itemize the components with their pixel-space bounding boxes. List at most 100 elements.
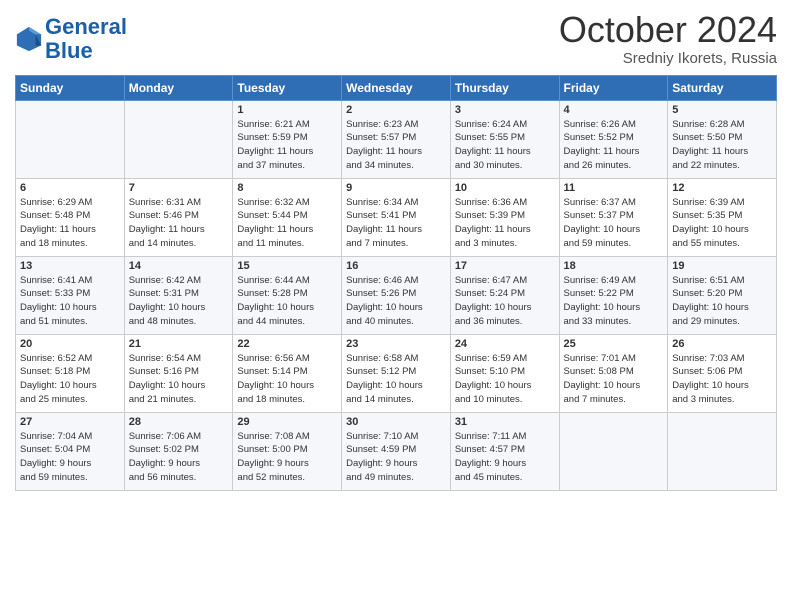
calendar-cell: 13Sunrise: 6:41 AM Sunset: 5:33 PM Dayli…: [16, 256, 125, 334]
day-info: Sunrise: 6:24 AM Sunset: 5:55 PM Dayligh…: [455, 118, 555, 173]
day-number: 25: [564, 338, 664, 350]
calendar-cell: 26 Sunrise: 7:03 AM Sunset: 5:06 PM Dayli…: [668, 334, 777, 412]
day-number: 1: [237, 104, 337, 116]
day-number: 20: [20, 338, 120, 350]
day-number: 27: [20, 416, 120, 428]
location-subtitle: Sredniy Ikorets, Russia: [559, 50, 777, 67]
day-info: Sunrise: 6:44 AM Sunset: 5:28 PM Dayligh…: [237, 274, 337, 329]
calendar-header: Sunday Monday Tuesday Wednesday Thursday…: [16, 75, 777, 100]
day-number: 28: [129, 416, 229, 428]
calendar-cell: 7Sunrise: 6:31 AM Sunset: 5:46 PM Daylig…: [124, 178, 233, 256]
calendar-cell: 30Sunrise: 7:10 AM Sunset: 4:59 PM Dayli…: [342, 412, 451, 490]
day-info: Sunrise: 6:41 AM Sunset: 5:33 PM Dayligh…: [20, 274, 120, 329]
day-number: 8: [237, 182, 337, 194]
calendar-cell: 25 Sunrise: 7:01 AM Sunset: 5:08 PM Dayli…: [559, 334, 668, 412]
calendar-table: Sunday Monday Tuesday Wednesday Thursday…: [15, 75, 777, 491]
day-number: 18: [564, 260, 664, 272]
day-info: Sunrise: 6:36 AM Sunset: 5:39 PM Dayligh…: [455, 196, 555, 251]
day-info: Sunrise: 6:42 AM Sunset: 5:31 PM Dayligh…: [129, 274, 229, 329]
day-info: Sunrise: 6:32 AM Sunset: 5:44 PM Dayligh…: [237, 196, 337, 251]
calendar-cell: 18 Sunrise: 6:49 AM Sunset: 5:22 PM Dayli…: [559, 256, 668, 334]
calendar-week-1: 6Sunrise: 6:29 AM Sunset: 5:48 PM Daylig…: [16, 178, 777, 256]
calendar-week-2: 13Sunrise: 6:41 AM Sunset: 5:33 PM Dayli…: [16, 256, 777, 334]
day-info: Sunrise: 6:49 AM Sunset: 5:22 PM Dayligh…: [564, 274, 664, 329]
calendar-cell: 24Sunrise: 6:59 AM Sunset: 5:10 PM Dayli…: [450, 334, 559, 412]
day-info: Sunrise: 6:54 AM Sunset: 5:16 PM Dayligh…: [129, 352, 229, 407]
day-info: Sunrise: 7:04 AM Sunset: 5:04 PM Dayligh…: [20, 430, 120, 485]
calendar-week-4: 27 Sunrise: 7:04 AM Sunset: 5:04 PM Dayli…: [16, 412, 777, 490]
day-info: Sunrise: 6:34 AM Sunset: 5:41 PM Dayligh…: [346, 196, 446, 251]
logo-icon: [15, 25, 43, 53]
day-number: 4: [564, 104, 664, 116]
day-number: 24: [455, 338, 555, 350]
col-monday: Monday: [124, 75, 233, 100]
day-number: 14: [129, 260, 229, 272]
day-number: 12: [672, 182, 772, 194]
calendar-cell: 31 Sunrise: 7:11 AM Sunset: 4:57 PM Dayli…: [450, 412, 559, 490]
day-number: 29: [237, 416, 337, 428]
calendar-cell: 22 Sunrise: 6:56 AM Sunset: 5:14 PM Dayli…: [233, 334, 342, 412]
day-number: 15: [237, 260, 337, 272]
day-info: Sunrise: 6:52 AM Sunset: 5:18 PM Dayligh…: [20, 352, 120, 407]
calendar-cell: 6Sunrise: 6:29 AM Sunset: 5:48 PM Daylig…: [16, 178, 125, 256]
page-container: General Blue October 2024 Sredniy Ikoret…: [0, 0, 792, 496]
day-info: Sunrise: 7:11 AM Sunset: 4:57 PM Dayligh…: [455, 430, 555, 485]
calendar-cell: 11Sunrise: 6:37 AM Sunset: 5:37 PM Dayli…: [559, 178, 668, 256]
day-info: Sunrise: 6:26 AM Sunset: 5:52 PM Dayligh…: [564, 118, 664, 173]
calendar-cell: [124, 100, 233, 178]
day-number: 26: [672, 338, 772, 350]
day-info: Sunrise: 6:39 AM Sunset: 5:35 PM Dayligh…: [672, 196, 772, 251]
day-info: Sunrise: 6:29 AM Sunset: 5:48 PM Dayligh…: [20, 196, 120, 251]
calendar-cell: 27 Sunrise: 7:04 AM Sunset: 5:04 PM Dayli…: [16, 412, 125, 490]
day-info: Sunrise: 6:51 AM Sunset: 5:20 PM Dayligh…: [672, 274, 772, 329]
day-info: Sunrise: 6:28 AM Sunset: 5:50 PM Dayligh…: [672, 118, 772, 173]
calendar-cell: [559, 412, 668, 490]
calendar-body: 1Sunrise: 6:21 AM Sunset: 5:59 PM Daylig…: [16, 100, 777, 490]
day-number: 10: [455, 182, 555, 194]
calendar-cell: 3 Sunrise: 6:24 AM Sunset: 5:55 PM Daylig…: [450, 100, 559, 178]
calendar-cell: 19 Sunrise: 6:51 AM Sunset: 5:20 PM Dayli…: [668, 256, 777, 334]
day-number: 17: [455, 260, 555, 272]
day-info: Sunrise: 6:47 AM Sunset: 5:24 PM Dayligh…: [455, 274, 555, 329]
calendar-cell: 14 Sunrise: 6:42 AM Sunset: 5:31 PM Dayli…: [124, 256, 233, 334]
day-info: Sunrise: 6:31 AM Sunset: 5:46 PM Dayligh…: [129, 196, 229, 251]
calendar-cell: 15 Sunrise: 6:44 AM Sunset: 5:28 PM Dayli…: [233, 256, 342, 334]
day-info: Sunrise: 7:01 AM Sunset: 5:08 PM Dayligh…: [564, 352, 664, 407]
title-block: October 2024 Sredniy Ikorets, Russia: [559, 10, 777, 67]
day-info: Sunrise: 6:56 AM Sunset: 5:14 PM Dayligh…: [237, 352, 337, 407]
col-sunday: Sunday: [16, 75, 125, 100]
col-wednesday: Wednesday: [342, 75, 451, 100]
day-info: Sunrise: 7:08 AM Sunset: 5:00 PM Dayligh…: [237, 430, 337, 485]
day-number: 22: [237, 338, 337, 350]
calendar-week-0: 1Sunrise: 6:21 AM Sunset: 5:59 PM Daylig…: [16, 100, 777, 178]
calendar-cell: 1Sunrise: 6:21 AM Sunset: 5:59 PM Daylig…: [233, 100, 342, 178]
day-number: 5: [672, 104, 772, 116]
calendar-cell: [668, 412, 777, 490]
day-info: Sunrise: 6:23 AM Sunset: 5:57 PM Dayligh…: [346, 118, 446, 173]
day-number: 30: [346, 416, 446, 428]
day-info: Sunrise: 6:37 AM Sunset: 5:37 PM Dayligh…: [564, 196, 664, 251]
day-number: 23: [346, 338, 446, 350]
calendar-cell: 12 Sunrise: 6:39 AM Sunset: 5:35 PM Dayli…: [668, 178, 777, 256]
col-tuesday: Tuesday: [233, 75, 342, 100]
day-info: Sunrise: 6:46 AM Sunset: 5:26 PM Dayligh…: [346, 274, 446, 329]
day-number: 9: [346, 182, 446, 194]
logo-text: General Blue: [45, 15, 127, 63]
day-info: Sunrise: 7:06 AM Sunset: 5:02 PM Dayligh…: [129, 430, 229, 485]
calendar-cell: 29 Sunrise: 7:08 AM Sunset: 5:00 PM Dayli…: [233, 412, 342, 490]
day-number: 16: [346, 260, 446, 272]
calendar-cell: 21 Sunrise: 6:54 AM Sunset: 5:16 PM Dayli…: [124, 334, 233, 412]
col-friday: Friday: [559, 75, 668, 100]
day-number: 2: [346, 104, 446, 116]
day-number: 21: [129, 338, 229, 350]
calendar-cell: 4 Sunrise: 6:26 AM Sunset: 5:52 PM Daylig…: [559, 100, 668, 178]
header: General Blue October 2024 Sredniy Ikoret…: [15, 10, 777, 67]
day-number: 3: [455, 104, 555, 116]
day-number: 31: [455, 416, 555, 428]
day-number: 19: [672, 260, 772, 272]
day-info: Sunrise: 6:58 AM Sunset: 5:12 PM Dayligh…: [346, 352, 446, 407]
calendar-cell: 17 Sunrise: 6:47 AM Sunset: 5:24 PM Dayli…: [450, 256, 559, 334]
day-info: Sunrise: 7:03 AM Sunset: 5:06 PM Dayligh…: [672, 352, 772, 407]
calendar-cell: 5 Sunrise: 6:28 AM Sunset: 5:50 PM Daylig…: [668, 100, 777, 178]
calendar-week-3: 20 Sunrise: 6:52 AM Sunset: 5:18 PM Dayli…: [16, 334, 777, 412]
